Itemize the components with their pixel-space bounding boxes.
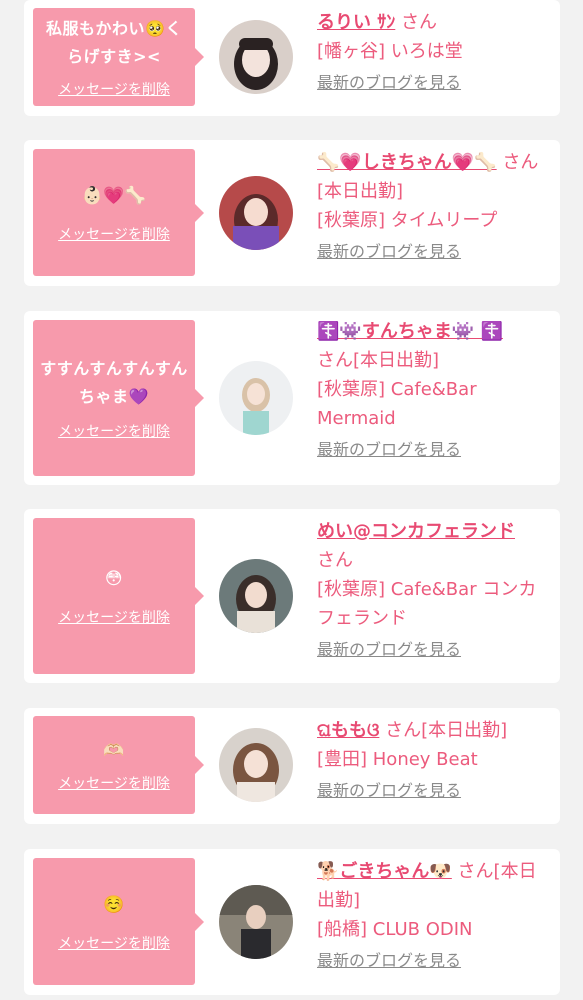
avatar-photo xyxy=(219,728,293,802)
shop-name: [秋葉原] Cafe&Bar コンカフェランド xyxy=(317,579,537,629)
latest-blog-link[interactable]: 最新のブログを見る xyxy=(317,637,461,663)
avatar-photo xyxy=(219,20,293,94)
cast-suffix: さん[本日出勤] xyxy=(317,350,440,371)
avatar[interactable] xyxy=(219,20,293,94)
delete-message-link[interactable]: メッセージを削除 xyxy=(58,421,170,441)
cast-suffix: さん xyxy=(395,12,438,33)
cast-info: ☦️👾すんちゃま👾 ☦️ さん[本日出勤] [秋葉原] Cafe&Bar Mer… xyxy=(317,317,548,463)
cast-name-link[interactable]: 🦴💗しきちゃん💗🦴 xyxy=(317,152,497,173)
cast-info: めい@コンカフェランド さん [秋葉原] Cafe&Bar コンカフェランド 最… xyxy=(317,517,548,663)
delete-message-link[interactable]: メッセージを削除 xyxy=(58,224,170,244)
latest-blog-link[interactable]: 最新のブログを見る xyxy=(317,239,461,265)
avatar[interactable] xyxy=(219,176,293,250)
shop-name: [幡ヶ谷] いろは堂 xyxy=(317,41,463,62)
cast-suffix: さん xyxy=(317,550,353,571)
shop-name: [船橋] CLUB ODIN xyxy=(317,919,473,940)
message-text: すすんすんすんすんちゃま💜 xyxy=(40,359,188,406)
message-text: 私服もかわい🥺くらげすき>< xyxy=(46,19,182,66)
delete-message-link[interactable]: メッセージを削除 xyxy=(58,773,170,793)
delete-message-link[interactable]: メッセージを削除 xyxy=(58,933,170,953)
shop-name: [秋葉原] タイムリープ xyxy=(317,210,498,231)
cast-name-link[interactable]: めい@コンカフェランド xyxy=(317,521,515,542)
cast-info: ଘももଓ さん[本日出勤] [豊田] Honey Beat 最新のブログを見る xyxy=(317,716,548,804)
latest-blog-link[interactable]: 最新のブログを見る xyxy=(317,778,461,804)
message-bubble: 🫶🏻 メッセージを削除 xyxy=(33,716,204,814)
shop-name: [豊田] Honey Beat xyxy=(317,749,478,770)
message-card: 🫶🏻 メッセージを削除 ଘももଓ さん[本日出勤] [豊田] Honey Bea… xyxy=(24,708,560,824)
message-bubble: 私服もかわい🥺くらげすき>< メッセージを削除 xyxy=(33,8,204,106)
cast-info: 🐕ごきちゃん🐶 さん[本日出勤] [船橋] CLUB ODIN 最新のブログを見… xyxy=(317,857,548,974)
cast-name-link[interactable]: ☦️👾すんちゃま👾 ☦️ xyxy=(317,321,503,342)
avatar[interactable] xyxy=(219,559,293,633)
cast-name-link[interactable]: ଘももଓ xyxy=(317,720,379,741)
delete-message-link[interactable]: メッセージを削除 xyxy=(58,607,170,627)
message-bubble: すすんすんすんすんちゃま💜 メッセージを削除 xyxy=(33,320,204,476)
message-card: すすんすんすんすんちゃま💜 メッセージを削除 ☦️👾すんちゃま👾 ☦️ さん[本… xyxy=(24,311,560,485)
cast-name-link[interactable]: 🐕ごきちゃん🐶 xyxy=(317,861,452,882)
message-card: ☺️ メッセージを削除 🐕ごきちゃん🐶 さん[本日出勤] [船橋] CLUB O… xyxy=(24,849,560,995)
avatar-photo xyxy=(219,885,293,959)
message-text: 😳 xyxy=(104,569,124,589)
avatar-photo xyxy=(219,176,293,250)
message-bubble: 😳 メッセージを削除 xyxy=(33,518,204,674)
message-bubble: ☺️ メッセージを削除 xyxy=(33,858,204,985)
cast-name-link[interactable]: るりい ｻﾝ xyxy=(317,12,395,33)
message-card: 👶🏻💗🦴 メッセージを削除 🦴💗しきちゃん💗🦴 さん[本日出勤] [秋葉原] タ… xyxy=(24,140,560,286)
cast-suffix: さん[本日出勤] xyxy=(379,720,508,741)
avatar-photo xyxy=(219,559,293,633)
latest-blog-link[interactable]: 最新のブログを見る xyxy=(317,948,461,974)
message-bubble: 👶🏻💗🦴 メッセージを削除 xyxy=(33,149,204,276)
cast-info: るりい ｻﾝ さん [幡ヶ谷] いろは堂 最新のブログを見る xyxy=(317,8,548,96)
message-text: 👶🏻💗🦴 xyxy=(81,185,147,206)
message-text: 🫶🏻 xyxy=(103,741,125,761)
avatar[interactable] xyxy=(219,361,293,435)
message-text: ☺️ xyxy=(103,894,125,915)
shop-name: [秋葉原] Cafe&Bar Mermaid xyxy=(317,379,477,429)
message-card: 私服もかわい🥺くらげすき>< メッセージを削除 るりい ｻﾝ さん [幡ヶ谷] … xyxy=(24,0,560,116)
avatar[interactable] xyxy=(219,728,293,802)
delete-message-link[interactable]: メッセージを削除 xyxy=(58,79,170,99)
avatar-photo xyxy=(219,361,293,435)
latest-blog-link[interactable]: 最新のブログを見る xyxy=(317,70,461,96)
message-card: 😳 メッセージを削除 めい@コンカフェランド さん [秋葉原] Cafe&Bar… xyxy=(24,509,560,683)
cast-info: 🦴💗しきちゃん💗🦴 さん[本日出勤] [秋葉原] タイムリープ 最新のブログを見… xyxy=(317,148,548,265)
latest-blog-link[interactable]: 最新のブログを見る xyxy=(317,437,461,463)
avatar[interactable] xyxy=(219,885,293,959)
